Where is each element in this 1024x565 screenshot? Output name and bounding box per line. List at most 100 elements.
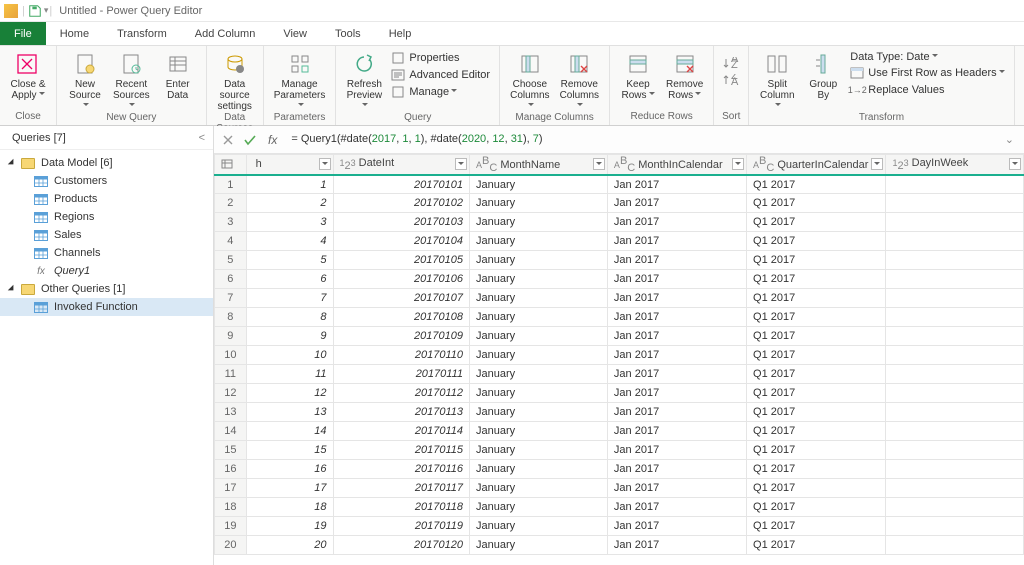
cell[interactable]: 20170114 xyxy=(333,422,469,441)
data-source-settings-button[interactable]: Data source settings xyxy=(213,48,257,112)
cell[interactable]: Q1 2017 xyxy=(747,498,886,517)
cell[interactable]: 17 xyxy=(246,479,333,498)
row-number[interactable]: 8 xyxy=(215,308,247,327)
cell[interactable]: Jan 2017 xyxy=(607,175,746,194)
cell[interactable] xyxy=(886,517,1024,536)
column-filter-icon[interactable] xyxy=(455,158,467,170)
cell[interactable]: Q1 2017 xyxy=(747,479,886,498)
cell[interactable]: Jan 2017 xyxy=(607,441,746,460)
cell[interactable]: January xyxy=(470,175,608,194)
cell[interactable] xyxy=(886,289,1024,308)
cell[interactable]: Q1 2017 xyxy=(747,460,886,479)
cell[interactable]: January xyxy=(470,536,608,555)
cell[interactable] xyxy=(886,175,1024,194)
expand-formula-icon[interactable]: ⌄ xyxy=(1001,133,1018,146)
cell[interactable] xyxy=(886,498,1024,517)
cell[interactable]: Q1 2017 xyxy=(747,536,886,555)
cell[interactable]: Jan 2017 xyxy=(607,365,746,384)
cell[interactable]: Q1 2017 xyxy=(747,289,886,308)
row-number[interactable]: 10 xyxy=(215,346,247,365)
cell[interactable] xyxy=(886,365,1024,384)
cell[interactable]: 20170112 xyxy=(333,384,469,403)
cell[interactable]: Q1 2017 xyxy=(747,213,886,232)
cell[interactable]: January xyxy=(470,289,608,308)
enter-data-button[interactable]: Enter Data xyxy=(156,48,200,101)
column-header[interactable]: ABCMonthName xyxy=(470,155,608,175)
cell[interactable]: 18 xyxy=(246,498,333,517)
column-filter-icon[interactable] xyxy=(1009,158,1021,170)
column-header[interactable]: h xyxy=(246,155,333,175)
cell[interactable]: 20170101 xyxy=(333,175,469,194)
cell[interactable]: Jan 2017 xyxy=(607,422,746,441)
row-number[interactable]: 9 xyxy=(215,327,247,346)
remove-columns-button[interactable]: Remove Columns xyxy=(556,48,603,112)
split-column-button[interactable]: Split Column xyxy=(755,48,799,112)
remove-rows-button[interactable]: Remove Rows xyxy=(662,48,707,101)
data-type-button[interactable]: Data Type: Date xyxy=(847,50,1007,64)
tab-file[interactable]: File xyxy=(0,22,46,45)
cell[interactable]: 20170116 xyxy=(333,460,469,479)
cell[interactable]: January xyxy=(470,460,608,479)
cell[interactable] xyxy=(886,403,1024,422)
row-number[interactable]: 19 xyxy=(215,517,247,536)
cell[interactable]: Q1 2017 xyxy=(747,232,886,251)
cell[interactable] xyxy=(886,479,1024,498)
queries-folder-other[interactable]: Other Queries [1] xyxy=(0,280,213,298)
close-apply-button[interactable]: Close & Apply xyxy=(6,48,50,101)
cell[interactable] xyxy=(886,213,1024,232)
column-header[interactable]: 123DayInWeek xyxy=(886,155,1024,175)
cancel-formula-icon[interactable] xyxy=(220,132,236,148)
cell[interactable]: Jan 2017 xyxy=(607,517,746,536)
replace-values-button[interactable]: 1→2Replace Values xyxy=(847,82,1007,98)
row-number[interactable]: 20 xyxy=(215,536,247,555)
row-number[interactable]: 15 xyxy=(215,441,247,460)
first-row-headers-button[interactable]: Use First Row as Headers xyxy=(847,65,1007,81)
cell[interactable]: Jan 2017 xyxy=(607,479,746,498)
row-number[interactable]: 1 xyxy=(215,175,247,194)
accept-formula-icon[interactable] xyxy=(242,132,258,148)
sort-asc-button[interactable]: AZ xyxy=(720,56,742,72)
cell[interactable]: 14 xyxy=(246,422,333,441)
properties-button[interactable]: Properties xyxy=(388,50,493,66)
tab-home[interactable]: Home xyxy=(46,22,103,45)
column-header[interactable]: 123DateInt xyxy=(333,155,469,175)
tab-view[interactable]: View xyxy=(269,22,321,45)
cell[interactable]: 20170108 xyxy=(333,308,469,327)
tab-tools[interactable]: Tools xyxy=(321,22,375,45)
group-by-button[interactable]: Group By xyxy=(801,48,845,101)
row-number[interactable]: 11 xyxy=(215,365,247,384)
cell[interactable] xyxy=(886,308,1024,327)
combine-files-button[interactable]: Combine F xyxy=(1021,84,1024,100)
column-header[interactable]: ABCQuarterInCalendar xyxy=(747,155,886,175)
refresh-preview-button[interactable]: Refresh Preview xyxy=(342,48,386,112)
cell[interactable]: 20170106 xyxy=(333,270,469,289)
cell[interactable]: Q1 2017 xyxy=(747,308,886,327)
cell[interactable]: January xyxy=(470,479,608,498)
collapse-pane-icon[interactable]: < xyxy=(199,132,205,144)
cell[interactable]: 20170104 xyxy=(333,232,469,251)
cell[interactable]: January xyxy=(470,232,608,251)
cell[interactable]: 20 xyxy=(246,536,333,555)
cell[interactable]: Jan 2017 xyxy=(607,327,746,346)
cell[interactable]: Q1 2017 xyxy=(747,517,886,536)
cell[interactable]: Jan 2017 xyxy=(607,270,746,289)
cell[interactable]: 2 xyxy=(246,194,333,213)
fx-icon[interactable]: fx xyxy=(264,133,281,147)
row-number[interactable]: 5 xyxy=(215,251,247,270)
merge-queries-button[interactable]: Merge Qu xyxy=(1021,50,1024,66)
cell[interactable]: 20170117 xyxy=(333,479,469,498)
queries-folder-data-model[interactable]: Data Model [6] xyxy=(0,154,213,172)
cell[interactable]: 5 xyxy=(246,251,333,270)
tab-add-column[interactable]: Add Column xyxy=(181,22,270,45)
cell[interactable]: January xyxy=(470,384,608,403)
cell[interactable]: 20170120 xyxy=(333,536,469,555)
cell[interactable]: 20170103 xyxy=(333,213,469,232)
cell[interactable]: 6 xyxy=(246,270,333,289)
query-item[interactable]: Customers xyxy=(0,172,213,190)
new-source-button[interactable]: New Source xyxy=(63,48,107,112)
cell[interactable]: January xyxy=(470,441,608,460)
cell[interactable]: 1 xyxy=(246,175,333,194)
cell[interactable]: 16 xyxy=(246,460,333,479)
choose-columns-button[interactable]: Choose Columns xyxy=(506,48,553,112)
cell[interactable]: 19 xyxy=(246,517,333,536)
